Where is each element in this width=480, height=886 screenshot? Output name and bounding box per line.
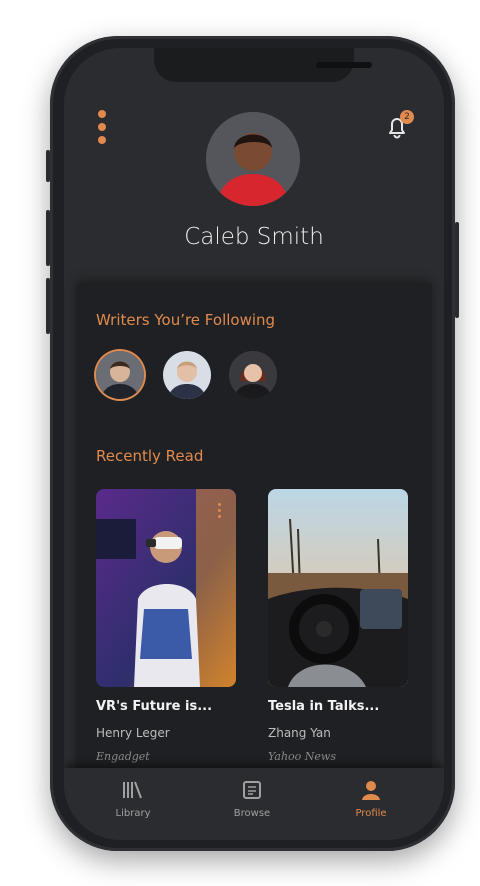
card-author: Henry Leger [96,726,170,740]
side-button-volume-down [46,278,50,334]
side-button-volume-up [46,210,50,266]
profile-avatar-image [206,112,300,206]
tab-library[interactable]: Library [98,780,168,819]
tab-browse[interactable]: Browse [217,780,287,819]
notch [154,48,372,82]
tab-profile[interactable]: Profile [336,780,406,819]
library-icon [123,781,142,799]
side-button-mute [46,150,50,182]
person-icon [362,781,380,800]
tab-label: Library [115,808,151,819]
menu-dot [98,136,106,144]
tab-label: Browse [233,808,271,819]
side-button-power [455,222,459,318]
card-title: Tesla in Talks... [268,699,380,714]
menu-dot [98,110,106,118]
app-screen: 2 Caleb Smith Writers You’re Following R… [64,48,444,840]
card-image [268,489,408,687]
notification-badge: 2 [400,110,414,124]
notifications-button[interactable]: 2 [382,110,416,146]
menu-icon[interactable] [96,110,108,148]
writer-avatar-3[interactable] [229,351,277,399]
writer-avatar-image [96,351,144,399]
menu-dot [98,123,106,131]
recent-card-2[interactable]: Tesla in Talks... Zhang Yan Yahoo News [268,489,408,763]
tab-bar: Library Browse Profile [64,768,444,840]
recent-card-1[interactable]: VR's Future is... Henry Leger Engadget [96,489,236,763]
profile-name: Caleb Smith [184,224,324,250]
recent-title: Recently Read [96,447,204,465]
writer-avatar-2[interactable] [163,351,211,399]
speaker [316,62,372,68]
card-more-icon[interactable] [218,503,222,521]
writer-avatar-1[interactable] [96,351,144,399]
writer-avatar-image [163,351,211,399]
following-title: Writers You’re Following [96,311,276,329]
writer-avatar-image [229,351,277,399]
news-icon [243,781,261,799]
tab-label: Profile [355,808,387,819]
profile-avatar[interactable] [206,112,300,206]
card-author: Zhang Yan [268,726,331,740]
card-title: VR's Future is... [96,699,213,714]
card-image [96,489,236,687]
profile-content: Writers You’re Following Recently Read V… [76,284,432,804]
card-source: Yahoo News [268,750,336,763]
card-source: Engadget [96,750,150,763]
